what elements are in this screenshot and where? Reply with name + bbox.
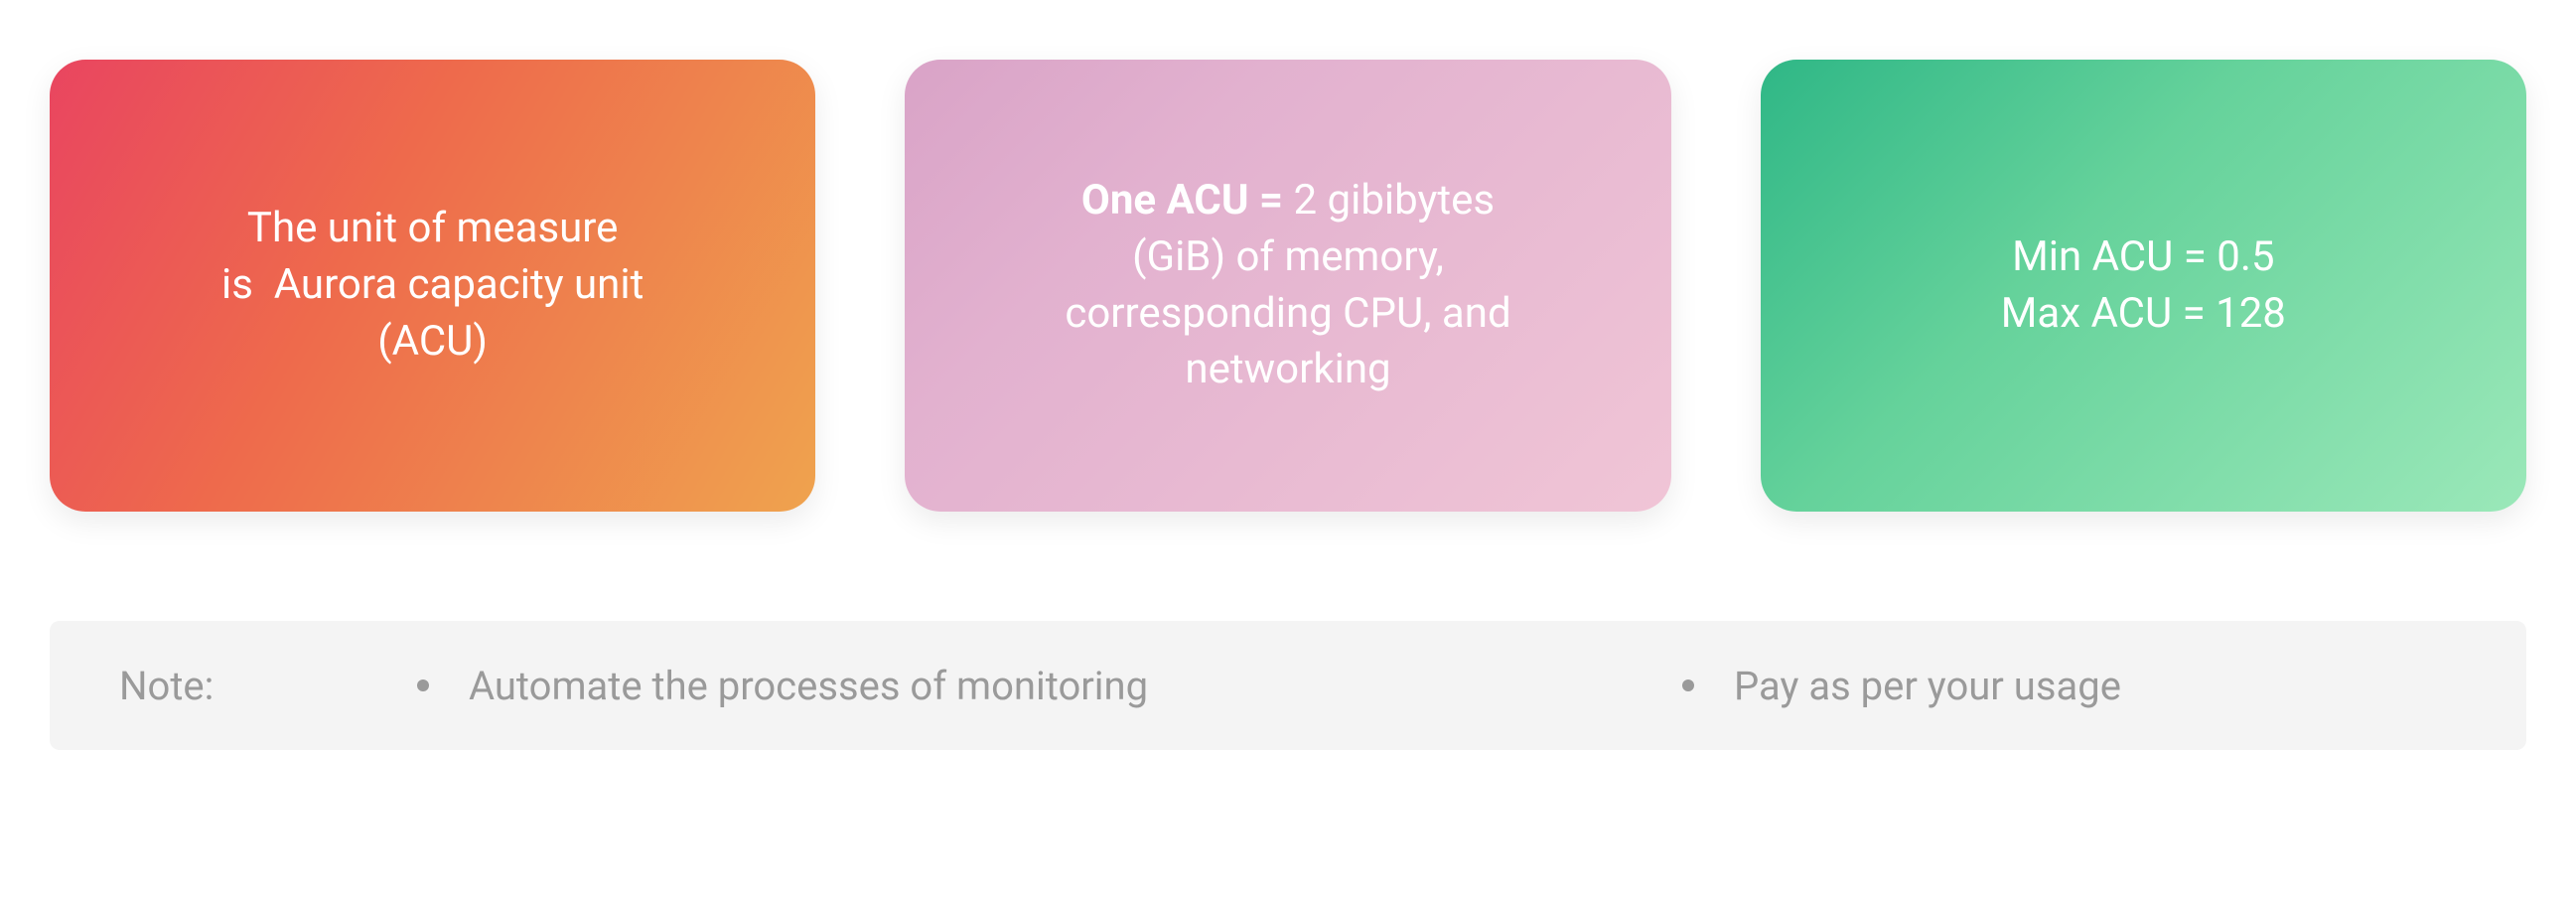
card1-line3: (ACU) xyxy=(377,317,488,366)
note-bar: Note: Automate the processes of monitori… xyxy=(50,621,2526,750)
bullet-icon xyxy=(1682,679,1694,691)
card-acu-resources: One ACU = 2 gibibytes (GiB) of memory, c… xyxy=(905,60,1670,512)
card-text: Min ACU = 0.5 Max ACU = 128 xyxy=(2001,229,2286,342)
card-row: The unit of measure is Aurora capacity u… xyxy=(50,60,2526,512)
card1-line2: is Aurora capacity unit xyxy=(221,260,644,309)
card3-line2: Max ACU = 128 xyxy=(2001,289,2286,338)
card-text: The unit of measure is Aurora capacity u… xyxy=(221,201,644,370)
card2-line2: (GiB) of memory, xyxy=(1132,232,1444,281)
note-item-text: Pay as per your usage xyxy=(1734,663,2121,709)
card2-line3: corresponding CPU, and xyxy=(1065,289,1510,338)
card3-line1: Min ACU = 0.5 xyxy=(2012,232,2274,281)
card2-rest1: 2 gibibytes xyxy=(1283,176,1495,225)
card-acu-range: Min ACU = 0.5 Max ACU = 128 xyxy=(1761,60,2526,512)
note-label: Note: xyxy=(119,663,417,709)
note-item: Automate the processes of monitoring xyxy=(417,663,1682,709)
card2-bold: One ACU = xyxy=(1081,176,1283,225)
bullet-icon xyxy=(417,679,429,691)
note-item-text: Automate the processes of monitoring xyxy=(469,663,1148,709)
note-item: Pay as per your usage xyxy=(1682,663,2457,709)
card-acu-definition: The unit of measure is Aurora capacity u… xyxy=(50,60,815,512)
card1-line1: The unit of measure xyxy=(247,204,618,252)
card2-line4: networking xyxy=(1185,345,1390,393)
card-text: One ACU = 2 gibibytes (GiB) of memory, c… xyxy=(1065,173,1510,398)
